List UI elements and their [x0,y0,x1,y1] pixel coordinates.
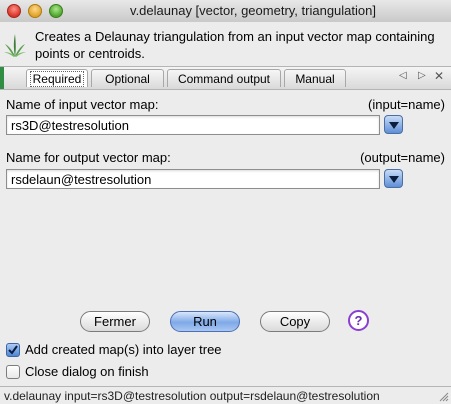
output-map-label: Name for output vector map: [6,150,171,165]
chevron-down-icon [389,176,399,183]
run-button[interactable]: Run [170,311,240,332]
input-map-field[interactable]: rs3D@testresolution [6,115,380,135]
add-to-tree-label: Add created map(s) into layer tree [25,342,222,357]
tab-optional[interactable]: Optional [91,69,164,87]
close-icon[interactable]: ✕ [434,69,444,83]
input-map-label: Name of input vector map: [6,97,159,112]
tab-required[interactable]: Required [26,69,88,87]
resize-grip-icon[interactable] [439,392,449,402]
notebook-tabs: Required Optional Command output Manual … [0,66,451,90]
title-bar[interactable]: v.delaunay [vector, geometry, triangulat… [0,0,451,23]
add-to-tree-checkbox[interactable] [6,343,20,357]
copy-button[interactable]: Copy [260,311,330,332]
tab-manual[interactable]: Manual [284,69,346,87]
checkmark-icon [8,345,18,355]
description-header: Creates a Delaunay triangulation from an… [0,22,451,66]
triangle-right-icon[interactable]: ▷ [418,70,426,81]
tab-command-output[interactable]: Command output [167,69,281,87]
close-button[interactable]: Fermer [80,311,150,332]
output-map-dropdown-button[interactable] [384,169,403,188]
input-map-param: (input=name) [368,97,445,112]
module-description: Creates a Delaunay triangulation from an… [35,29,435,61]
command-preview: v.delaunay input=rs3D@testresolution out… [4,389,380,403]
chevron-down-icon [389,122,399,129]
triangle-left-icon[interactable]: ◁ [399,70,407,81]
dialog-window: v.delaunay [vector, geometry, triangulat… [0,0,451,404]
grass-logo-icon [4,34,26,57]
status-bar: v.delaunay input=rs3D@testresolution out… [0,386,451,404]
output-map-param: (output=name) [360,150,445,165]
input-map-dropdown-button[interactable] [384,115,403,134]
close-on-finish-label: Close dialog on finish [25,364,149,379]
close-on-finish-checkbox[interactable] [6,365,20,379]
help-button[interactable]: ? [348,310,369,331]
output-map-field[interactable]: rsdelaun@testresolution [6,169,380,189]
window-title: v.delaunay [vector, geometry, triangulat… [130,3,376,18]
tab-accent-strip [0,67,4,89]
tab-required-label: Required [29,71,85,87]
